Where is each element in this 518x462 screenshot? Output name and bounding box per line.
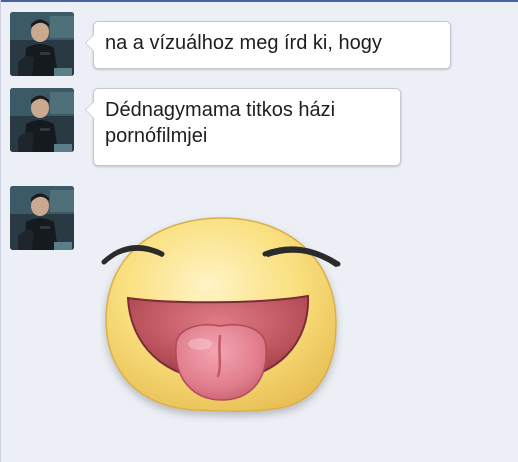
message-bubble: Dédnagymama titkos házi pornófilmjei <box>85 88 401 166</box>
avatar-photo <box>10 12 74 76</box>
avatar[interactable] <box>10 186 74 250</box>
laughing-tongue-out-sticker-icon[interactable] <box>100 212 345 422</box>
message-text: Dédnagymama titkos házi pornófilmjei <box>105 99 336 147</box>
message-bubble: na a vízuálhoz meg írd ki, hogy <box>85 21 451 69</box>
bubble-tail <box>85 101 94 119</box>
avatar[interactable] <box>10 12 74 76</box>
avatar-photo <box>10 186 74 250</box>
top-border <box>0 0 518 2</box>
avatar-photo <box>10 88 74 152</box>
left-border <box>0 0 1 462</box>
message-text: na a vízuálhoz meg írd ki, hogy <box>105 32 382 54</box>
avatar[interactable] <box>10 88 74 152</box>
bubble-tail <box>85 34 94 52</box>
